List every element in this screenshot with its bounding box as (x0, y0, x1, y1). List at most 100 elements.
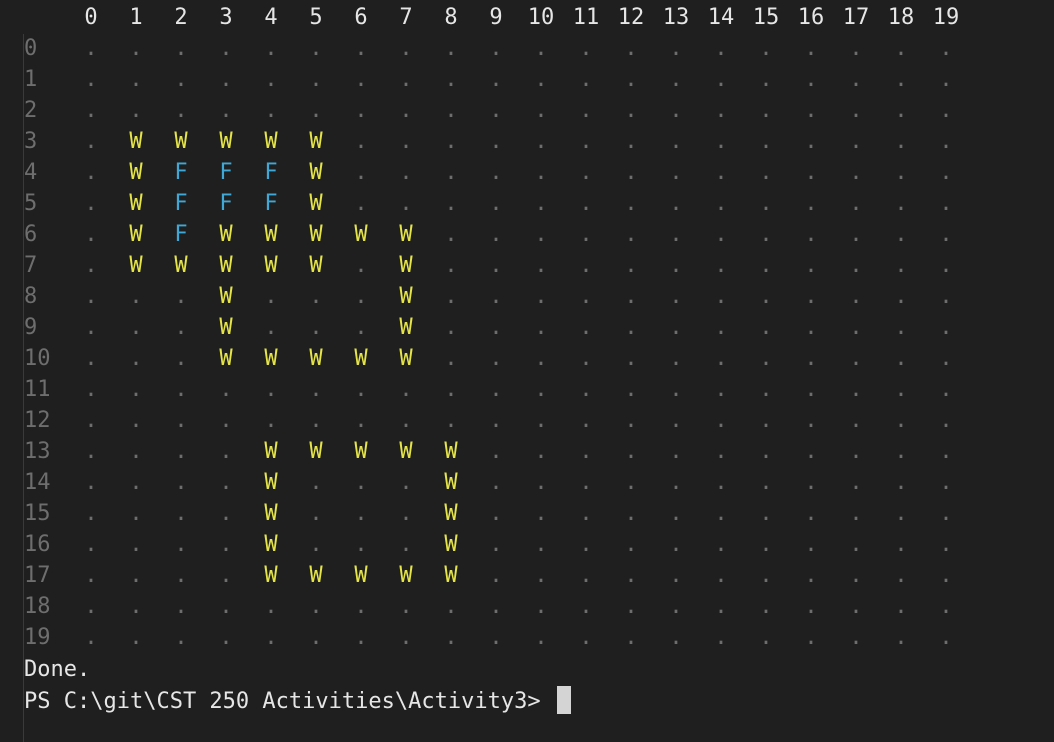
grid-cell-wall: W (444, 532, 458, 557)
grid-cell-wall: W (399, 222, 413, 247)
row-label: 8 (24, 284, 38, 309)
grid-cell-empty: . (219, 563, 233, 588)
grid-cell-empty: . (129, 36, 143, 61)
grid-cell-empty: . (714, 191, 728, 216)
grid-cell-empty: . (579, 377, 593, 402)
grid-cell-empty: . (894, 222, 908, 247)
grid-cell-empty: . (84, 253, 98, 278)
grid-cell-empty: . (534, 36, 548, 61)
grid-cell-empty: . (84, 160, 98, 185)
grid-cell-wall: W (129, 160, 143, 185)
grid-cell-empty: . (444, 36, 458, 61)
grid-cell-empty: . (669, 315, 683, 340)
grid-cell-wall: W (309, 439, 323, 464)
grid-cell-empty: . (849, 625, 863, 650)
grid-cell-empty: . (399, 67, 413, 92)
grid-cell-wall: W (309, 129, 323, 154)
grid-cell-empty: . (624, 98, 638, 123)
grid-cell-empty: . (354, 470, 368, 495)
grid-cell-empty: . (939, 129, 953, 154)
grid-cell-empty: . (129, 98, 143, 123)
grid-cell-empty: . (174, 284, 188, 309)
grid-cell-empty: . (939, 67, 953, 92)
grid-cell-fill: F (174, 222, 188, 247)
grid-cell-wall: W (399, 439, 413, 464)
grid-cell-empty: . (129, 315, 143, 340)
row-label: 19 (24, 625, 51, 650)
grid-cell-empty: . (939, 439, 953, 464)
grid-cell-empty: . (624, 129, 638, 154)
grid-cell-empty: . (849, 191, 863, 216)
grid-cell-empty: . (624, 315, 638, 340)
grid-cell-empty: . (84, 563, 98, 588)
grid-cell-empty: . (399, 625, 413, 650)
grid-cell-empty: . (714, 501, 728, 526)
grid-cell-empty: . (354, 501, 368, 526)
grid-cell-empty: . (939, 470, 953, 495)
grid-cell-empty: . (714, 439, 728, 464)
grid-cell-empty: . (84, 439, 98, 464)
text-cursor[interactable] (556, 686, 571, 714)
grid-cell-empty: . (939, 98, 953, 123)
grid-cell-empty: . (669, 377, 683, 402)
column-header: 0 (84, 5, 98, 30)
prompt-line[interactable]: PS C:\git\CST 250 Activities\Activity3> (24, 686, 571, 717)
grid-cell-empty: . (534, 284, 548, 309)
grid-cell-empty: . (804, 439, 818, 464)
grid-cell-empty: . (219, 98, 233, 123)
grid-cell-empty: . (714, 98, 728, 123)
grid-cell-empty: . (444, 160, 458, 185)
grid-cell-wall: W (264, 439, 278, 464)
grid-cell-empty: . (489, 253, 503, 278)
row-label: 2 (24, 98, 38, 123)
grid-cell-empty: . (579, 67, 593, 92)
grid-cell-empty: . (759, 594, 773, 619)
grid-cell-empty: . (669, 160, 683, 185)
grid-cell-fill: F (174, 191, 188, 216)
grid-cell-empty: . (624, 532, 638, 557)
grid-cell-empty: . (579, 594, 593, 619)
grid-cell-wall: W (444, 470, 458, 495)
row-label: 4 (24, 160, 38, 185)
grid-cell-empty: . (309, 315, 323, 340)
grid-cell-empty: . (129, 470, 143, 495)
grid-cell-empty: . (489, 222, 503, 247)
grid-cell-empty: . (849, 222, 863, 247)
grid-cell-empty: . (669, 563, 683, 588)
terminal-panel[interactable]: 0 1 2 3 4 5 6 7 8 9 10 11 12 13 14 15 16 17 18 19 012345678… (0, 0, 1054, 742)
grid-cell-empty: . (174, 470, 188, 495)
grid-cell-empty: . (489, 625, 503, 650)
grid-cell-wall: W (264, 129, 278, 154)
grid-cell-empty: . (849, 501, 863, 526)
grid-cell-empty: . (579, 532, 593, 557)
grid-cell-empty: . (939, 594, 953, 619)
row-label: 16 (24, 532, 51, 557)
grid-cell-empty: . (624, 470, 638, 495)
grid-cell-empty: . (669, 98, 683, 123)
grid-cell-empty: . (759, 191, 773, 216)
grid-cell-empty: . (219, 377, 233, 402)
grid-cell-empty: . (894, 253, 908, 278)
grid-cell-empty: . (399, 129, 413, 154)
row-label: 7 (24, 253, 38, 278)
grid-cell-empty: . (444, 346, 458, 371)
grid-cell-empty: . (849, 98, 863, 123)
grid-cell-empty: . (534, 439, 548, 464)
grid-cell-wall: W (399, 315, 413, 340)
grid-cell-empty: . (579, 346, 593, 371)
grid-cell-empty: . (84, 98, 98, 123)
grid-cell-fill: F (219, 191, 233, 216)
grid-cell-empty: . (759, 253, 773, 278)
grid-cell-empty: . (399, 470, 413, 495)
grid-cell-wall: W (174, 253, 188, 278)
grid-cell-empty: . (894, 98, 908, 123)
grid-cell-wall: W (354, 563, 368, 588)
grid-cell-empty: . (624, 222, 638, 247)
grid-cell-empty: . (399, 377, 413, 402)
grid-cell-wall: W (219, 222, 233, 247)
grid-cell-empty: . (669, 129, 683, 154)
grid-cell-empty: . (804, 594, 818, 619)
grid-cell-empty: . (894, 408, 908, 433)
grid-cell-empty: . (129, 625, 143, 650)
grid-cell-empty: . (804, 501, 818, 526)
